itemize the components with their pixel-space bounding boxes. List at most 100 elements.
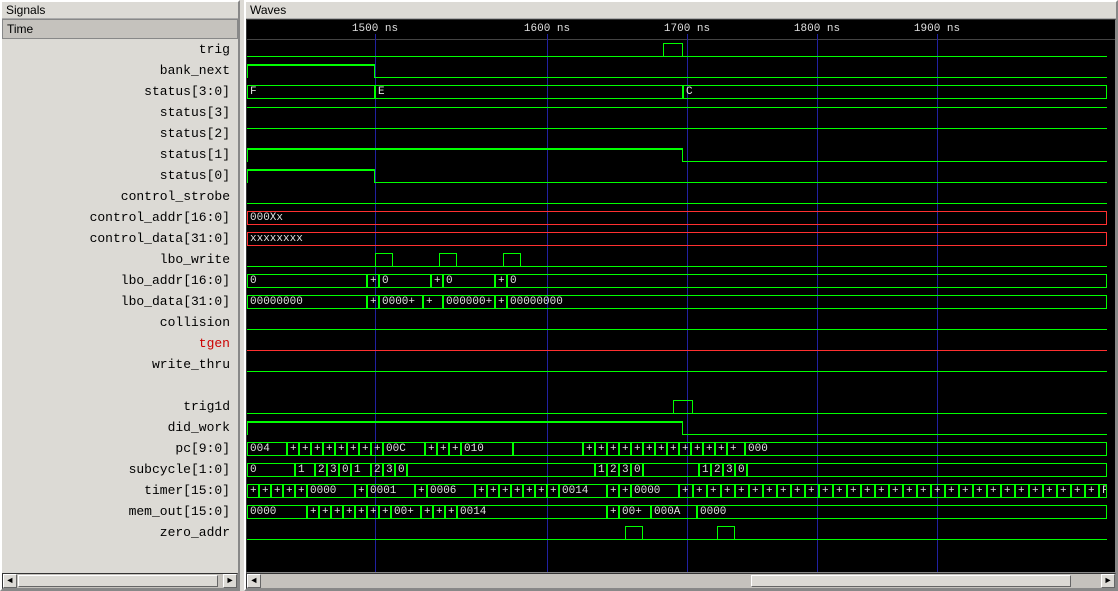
wave-row[interactable]: +++++0000+0001+0006+++++++0014++0000++++…: [247, 481, 1115, 502]
bus-value: +: [271, 484, 283, 498]
bus-value: +: [805, 484, 819, 498]
signal-label[interactable]: status[3:0]: [2, 81, 238, 102]
bus-value: +: [607, 484, 619, 498]
signals-scrollbar[interactable]: ◄ ►: [2, 573, 238, 589]
signal-label[interactable]: control_strobe: [2, 186, 238, 207]
bus-value: +: [721, 484, 735, 498]
signal-label[interactable]: write_thru: [2, 354, 238, 375]
wave-row[interactable]: [247, 376, 1115, 397]
signal-label[interactable]: mem_out[15:0]: [2, 501, 238, 522]
bus-value: +: [693, 484, 707, 498]
wave-row[interactable]: 0+0+0+0: [247, 271, 1115, 292]
bus-value: +: [495, 295, 507, 309]
bus-value: +: [475, 484, 487, 498]
bus-value: 2: [711, 463, 723, 477]
signal-label[interactable]: lbo_write: [2, 249, 238, 270]
bus-value: 0: [735, 463, 747, 477]
bus-value: +: [819, 484, 833, 498]
time-ruler: 1500 ns1600 ns1700 ns1800 ns1900 ns: [247, 20, 1115, 40]
wave-row[interactable]: [247, 313, 1115, 334]
wave-row[interactable]: [247, 355, 1115, 376]
bus-value: +: [1043, 484, 1057, 498]
waves-viewport[interactable]: 1500 ns1600 ns1700 ns1800 ns1900 ns FEC 0…: [246, 19, 1116, 573]
wave-row[interactable]: [247, 523, 1115, 544]
bus-value: +: [355, 484, 367, 498]
bus-value: +: [295, 484, 307, 498]
wave-row[interactable]: 00000000+0000++000000++00000000: [247, 292, 1115, 313]
bus-value: +: [283, 484, 295, 498]
signal-label[interactable]: zero_addr: [2, 522, 238, 543]
wave-row[interactable]: [247, 145, 1115, 166]
scroll-track[interactable]: [261, 574, 1101, 588]
signal-label[interactable]: status[0]: [2, 165, 238, 186]
signal-label[interactable]: control_data[31:0]: [2, 228, 238, 249]
wave-row[interactable]: FEC: [247, 82, 1115, 103]
bus-value: 0000+: [379, 295, 423, 309]
bus-value: +: [355, 505, 367, 519]
signal-label[interactable]: [2, 375, 238, 396]
wave-row[interactable]: [247, 250, 1115, 271]
signal-label[interactable]: lbo_data[31:0]: [2, 291, 238, 312]
bus-value: +: [703, 442, 715, 456]
signal-label[interactable]: trig1d: [2, 396, 238, 417]
signal-label[interactable]: control_addr[16:0]: [2, 207, 238, 228]
bus-value: +: [449, 442, 461, 456]
signal-label[interactable]: did_work: [2, 417, 238, 438]
scroll-left-icon[interactable]: ◄: [247, 574, 261, 588]
wave-row[interactable]: 0000+++++++00++++0014+00+000A0000: [247, 502, 1115, 523]
wave-row[interactable]: [247, 166, 1115, 187]
bus-value: F: [247, 85, 375, 99]
bus-value: [407, 463, 595, 477]
wave-row[interactable]: [247, 103, 1115, 124]
bus-value: 1: [295, 463, 315, 477]
scroll-right-icon[interactable]: ►: [223, 574, 237, 588]
signal-label[interactable]: subcycle[1:0]: [2, 459, 238, 480]
signal-label[interactable]: pc[9:0]: [2, 438, 238, 459]
signal-label[interactable]: timer[15:0]: [2, 480, 238, 501]
scroll-thumb[interactable]: [751, 575, 1071, 587]
bus-value: 00C: [383, 442, 425, 456]
wave-row[interactable]: 01230123012301230: [247, 460, 1115, 481]
time-header[interactable]: Time: [2, 19, 238, 39]
signal-label[interactable]: status[3]: [2, 102, 238, 123]
bus-value: 00000000: [247, 295, 367, 309]
wave-row[interactable]: 004++++++++00C+++010+++++++++++++000: [247, 439, 1115, 460]
waves-scrollbar[interactable]: ◄ ►: [246, 573, 1116, 589]
wave-row[interactable]: [247, 418, 1115, 439]
wave-row[interactable]: [247, 334, 1115, 355]
bus-value: +: [619, 442, 631, 456]
bus-value: +: [667, 442, 679, 456]
signal-label[interactable]: trig: [2, 39, 238, 60]
wave-row[interactable]: [247, 124, 1115, 145]
wave-row[interactable]: [247, 40, 1115, 61]
bus-value: +: [259, 484, 271, 498]
wave-row[interactable]: [247, 397, 1115, 418]
signal-label[interactable]: status[2]: [2, 123, 238, 144]
wave-row[interactable]: 000Xx: [247, 208, 1115, 229]
bus-value: +: [679, 484, 693, 498]
bus-value: +: [311, 442, 323, 456]
bus-value: 010: [461, 442, 513, 456]
scroll-left-icon[interactable]: ◄: [3, 574, 17, 588]
signals-panel: Signals Time trigbank_nextstatus[3:0]sta…: [0, 0, 240, 591]
bus-value: 2: [607, 463, 619, 477]
signal-label[interactable]: status[1]: [2, 144, 238, 165]
bus-value: 0000: [247, 505, 307, 519]
signal-label[interactable]: lbo_addr[16:0]: [2, 270, 238, 291]
bus-value: 000A: [651, 505, 697, 519]
wave-area[interactable]: FEC000Xxxxxxxxxx0+0+0+000000000+0000++00…: [247, 40, 1115, 573]
wave-row[interactable]: [247, 187, 1115, 208]
scroll-thumb[interactable]: [18, 575, 218, 587]
bus-value: +: [445, 505, 457, 519]
scroll-track[interactable]: [17, 574, 223, 588]
bus-value: +: [499, 484, 511, 498]
signal-label[interactable]: collision: [2, 312, 238, 333]
wave-row[interactable]: xxxxxxxx: [247, 229, 1115, 250]
bus-value: F: [1099, 484, 1107, 498]
bus-value: +: [1057, 484, 1071, 498]
signal-label[interactable]: bank_next: [2, 60, 238, 81]
scroll-right-icon[interactable]: ►: [1101, 574, 1115, 588]
signal-label[interactable]: tgen: [2, 333, 238, 354]
wave-row[interactable]: [247, 61, 1115, 82]
signals-list: Time trigbank_nextstatus[3:0]status[3]st…: [2, 19, 238, 573]
